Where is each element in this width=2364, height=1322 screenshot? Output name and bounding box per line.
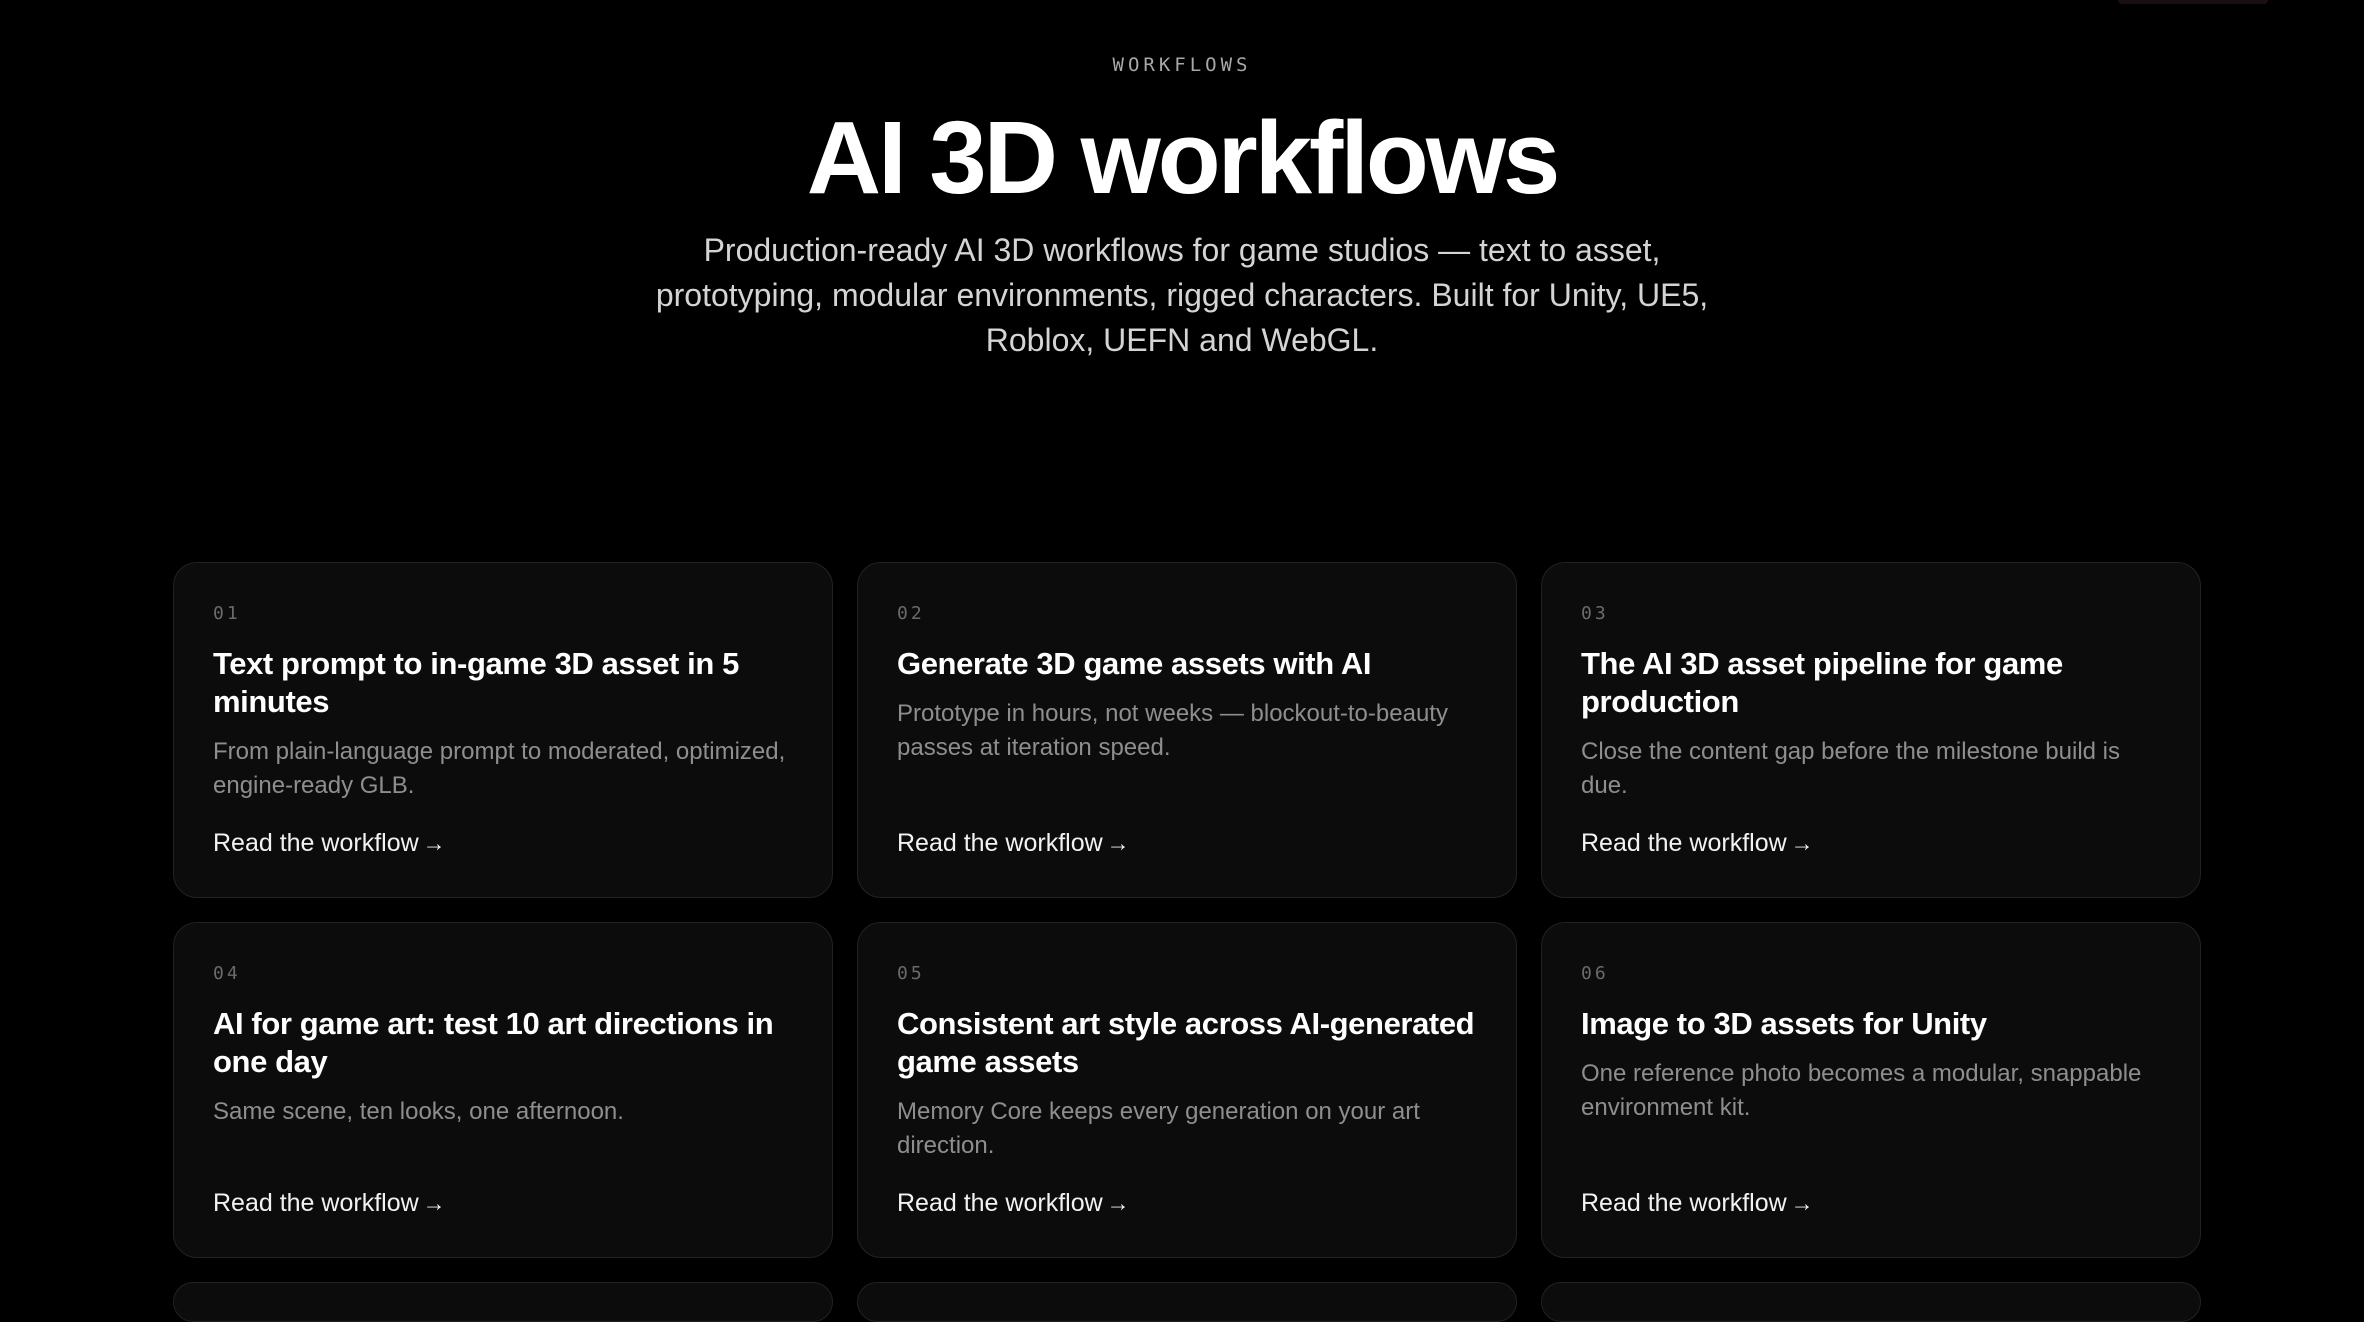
arrow-right-icon: → bbox=[1106, 830, 1130, 856]
workflow-card-grid: 01 Text prompt to in-game 3D asset in 5 … bbox=[173, 562, 2201, 1258]
card-number: 02 bbox=[897, 603, 925, 624]
card-description: One reference photo becomes a modular, s… bbox=[1581, 1060, 2142, 1121]
workflow-card-01[interactable]: 01 Text prompt to in-game 3D asset in 5 … bbox=[173, 562, 833, 898]
workflow-card-06[interactable]: 06 Image to 3D assets for Unity One refe… bbox=[1541, 922, 2201, 1258]
page-subtitle: Production-ready AI 3D workflows for gam… bbox=[655, 232, 1709, 358]
link-label: Read the workflow bbox=[897, 1189, 1103, 1217]
page-title: AI 3D workflows bbox=[806, 100, 1561, 215]
card-description: Prototype in hours, not weeks — blockout… bbox=[897, 700, 1448, 761]
card-title: The AI 3D asset pipeline for game produc… bbox=[1581, 646, 2063, 719]
arrow-right-icon: → bbox=[1106, 1190, 1130, 1216]
section-eyebrow: WORKFLOWS bbox=[1112, 54, 1252, 76]
arrow-right-icon: → bbox=[1790, 830, 1814, 856]
workflow-card-02[interactable]: 02 Generate 3D game assets with AI Proto… bbox=[857, 562, 1517, 898]
card-title: Consistent art style across AI-generated… bbox=[897, 1006, 1475, 1079]
card-description: Same scene, ten looks, one afternoon. bbox=[213, 1098, 624, 1125]
workflow-card-05[interactable]: 05 Consistent art style across AI-genera… bbox=[857, 922, 1517, 1258]
workflow-card-partial[interactable] bbox=[1541, 1282, 2201, 1322]
card-title: Image to 3D assets for Unity bbox=[1581, 1006, 1987, 1041]
card-title: Text prompt to in-game 3D asset in 5 min… bbox=[213, 646, 739, 719]
workflow-card-04[interactable]: 04 AI for game art: test 10 art directio… bbox=[173, 922, 833, 1258]
workflow-card-partial[interactable] bbox=[173, 1282, 833, 1322]
card-description: From plain-language prompt to moderated,… bbox=[213, 738, 786, 799]
workflow-card-03[interactable]: 03 The AI 3D asset pipeline for game pro… bbox=[1541, 562, 2201, 898]
card-description: Close the content gap before the milesto… bbox=[1581, 738, 2121, 799]
card-number: 03 bbox=[1581, 603, 1609, 624]
top-corner-accent bbox=[2118, 0, 2268, 4]
arrow-right-icon: → bbox=[1790, 1190, 1814, 1216]
link-label: Read the workflow bbox=[897, 829, 1103, 857]
read-workflow-link[interactable]: Read the workflow → bbox=[1581, 829, 1814, 858]
card-title: AI for game art: test 10 art directions … bbox=[213, 1006, 774, 1079]
read-workflow-link[interactable]: Read the workflow → bbox=[897, 829, 1130, 858]
card-number: 05 bbox=[897, 963, 925, 984]
link-label: Read the workflow bbox=[1581, 1189, 1787, 1217]
workflow-card-partial[interactable] bbox=[857, 1282, 1517, 1322]
arrow-right-icon: → bbox=[422, 830, 446, 856]
read-workflow-link[interactable]: Read the workflow → bbox=[213, 829, 446, 858]
link-label: Read the workflow bbox=[213, 1189, 419, 1217]
card-number: 04 bbox=[213, 963, 241, 984]
read-workflow-link[interactable]: Read the workflow → bbox=[897, 1189, 1130, 1218]
card-number: 06 bbox=[1581, 963, 1609, 984]
link-label: Read the workflow bbox=[1581, 829, 1787, 857]
card-description: Memory Core keeps every generation on yo… bbox=[897, 1098, 1420, 1159]
read-workflow-link[interactable]: Read the workflow → bbox=[213, 1189, 446, 1218]
link-label: Read the workflow bbox=[213, 829, 419, 857]
read-workflow-link[interactable]: Read the workflow → bbox=[1581, 1189, 1814, 1218]
arrow-right-icon: → bbox=[422, 1190, 446, 1216]
card-title: Generate 3D game assets with AI bbox=[897, 646, 1372, 681]
card-number: 01 bbox=[213, 603, 241, 624]
